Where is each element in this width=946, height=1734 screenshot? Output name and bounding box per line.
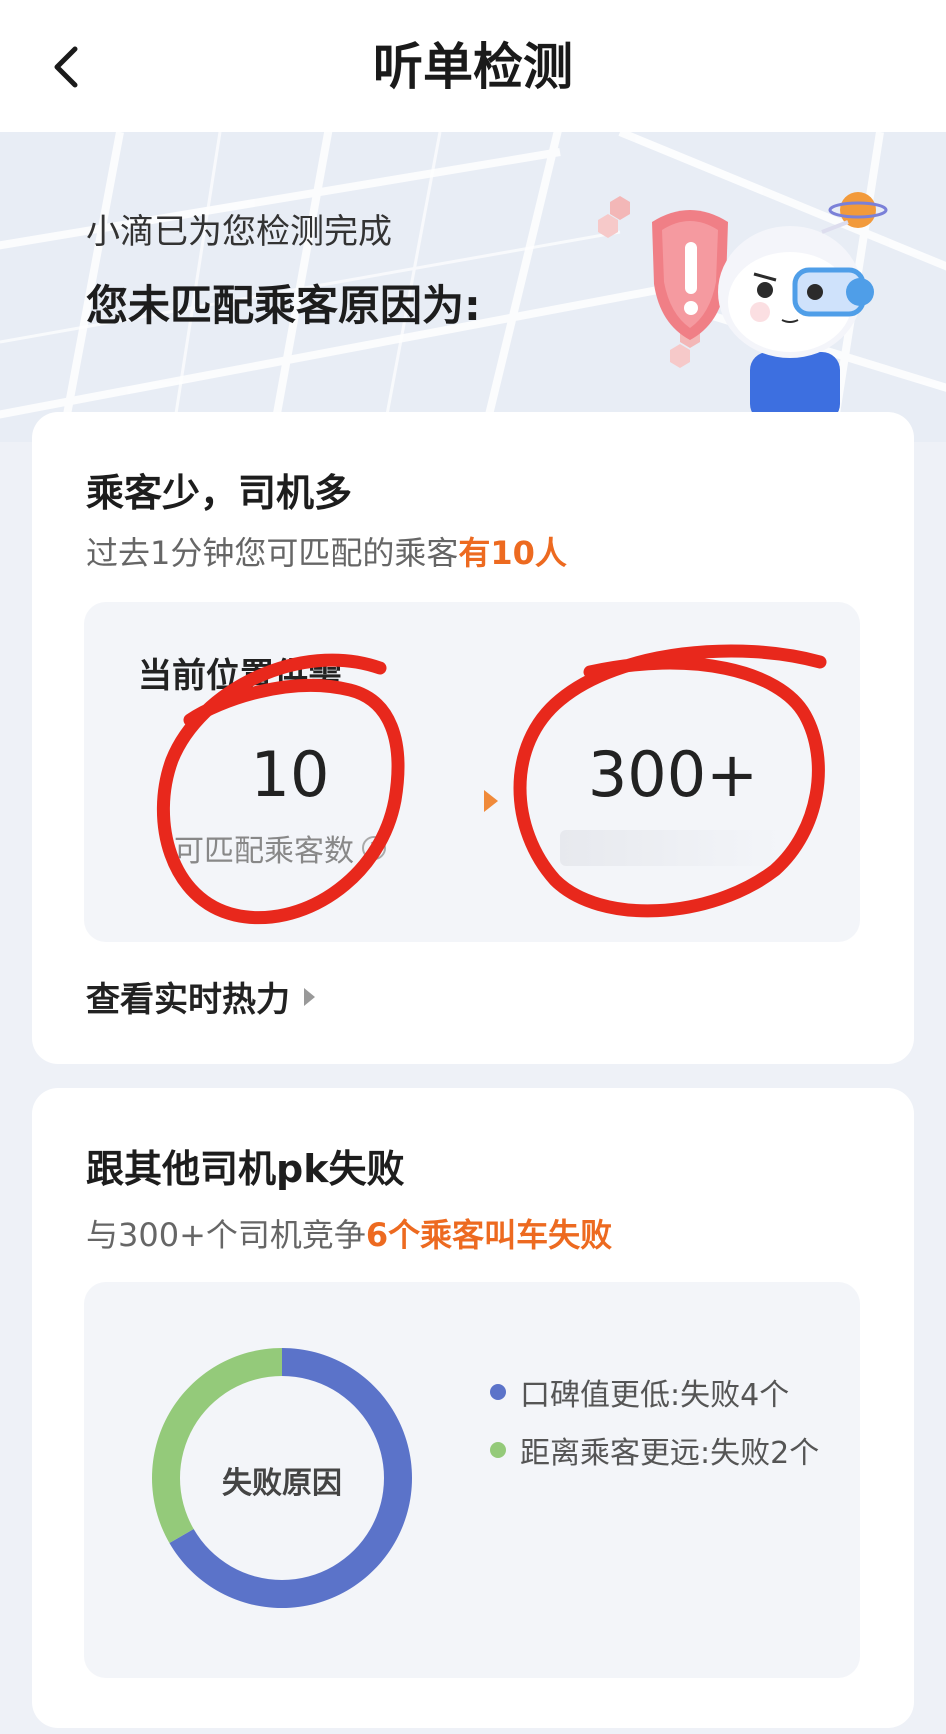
supply-desc-text: 过去1分钟您可匹配的乘客 — [86, 534, 459, 572]
pk-desc-highlight: 6个乘客叫车失败 — [365, 1216, 613, 1254]
hero-banner: 小滴已为您检测完成 您未匹配乘客原因为: — [0, 132, 946, 442]
pk-card-description: 与300+个司机竞争6个乘客叫车失败 — [86, 1210, 612, 1256]
hero-headline: 您未匹配乘客原因为: — [86, 281, 481, 330]
legend-item-distance: 距离乘客更远:失败2个 — [490, 1428, 819, 1472]
donut-center-label: 失败原因 — [222, 1466, 342, 1501]
supply-card-title: 乘客少，司机多 — [86, 471, 353, 515]
arrow-right-icon — [484, 790, 498, 812]
passenger-count: 10 — [250, 738, 330, 811]
passenger-count-label: 可匹配乘客数 — [174, 834, 354, 869]
supply-panel-title: 当前位置供需 — [138, 656, 342, 696]
legend-label: 距离乘客更远:失败2个 — [520, 1436, 820, 1471]
driver-count: 300+ — [587, 738, 759, 811]
driver-count-label-redacted — [560, 830, 780, 866]
pk-desc-text: 与300+个司机竞争 — [86, 1216, 366, 1254]
passenger-count-label-row: 可匹配乘客数 ? — [174, 826, 386, 870]
page-title: 听单检测 — [373, 38, 573, 96]
legend-dot — [490, 1442, 506, 1458]
supply-card-description: 过去1分钟您可匹配的乘客有10人 — [86, 528, 567, 574]
legend-dot — [490, 1384, 506, 1400]
chevron-right-icon — [304, 987, 315, 1006]
view-heatmap-link[interactable]: 查看实时热力 — [86, 972, 315, 1021]
top-bar: 听单检测 — [0, 0, 946, 132]
info-icon[interactable]: ? — [362, 836, 386, 860]
legend-label: 口碑值更低:失败4个 — [520, 1378, 790, 1413]
view-heatmap-label: 查看实时热力 — [86, 980, 290, 1020]
donut-slice-2 — [152, 1348, 282, 1543]
legend-item-reputation: 口碑值更低:失败4个 — [490, 1370, 789, 1414]
hero-subtitle: 小滴已为您检测完成 — [86, 212, 392, 252]
supply-desc-highlight: 有10人 — [458, 534, 567, 572]
mascot-illustration — [598, 192, 888, 440]
pk-card-title: 跟其他司机pk失败 — [86, 1147, 405, 1191]
